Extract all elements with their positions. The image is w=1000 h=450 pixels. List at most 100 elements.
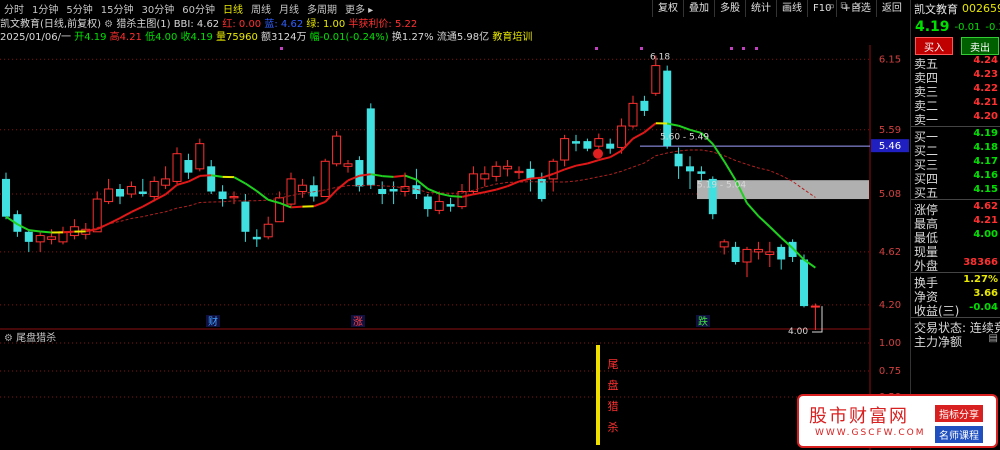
quote-tag[interactable]: 教育培训 <box>492 32 532 43</box>
period-tab[interactable]: 60分钟 <box>178 1 219 16</box>
candle-body <box>628 102 638 127</box>
toolbar-button[interactable]: 画线 <box>776 0 807 17</box>
price-tick-label: 5.08 <box>879 189 901 200</box>
ma-segment <box>164 184 178 196</box>
toolbar-button[interactable]: 统计 <box>745 0 776 17</box>
period-tab[interactable]: 分时 <box>0 1 28 16</box>
trade-state-row: 交易状态: 连续竞价 <box>911 319 1000 335</box>
quote-row: 卖二 4.21 <box>911 97 1000 113</box>
quote-row-value: 4.17 <box>973 156 998 167</box>
buy-button[interactable]: 买入 <box>915 37 953 55</box>
candle-body <box>24 231 33 242</box>
toolbar-button[interactable]: 返回 <box>875 0 907 17</box>
quote-row-value: 4.21 <box>973 97 998 108</box>
restore-icon[interactable]: ⧉ <box>840 1 847 12</box>
ma-segment <box>587 159 600 165</box>
watermark-url: WWW.GSCFW.COM <box>815 428 926 438</box>
minimize-icon[interactable]: ▭ <box>825 1 834 12</box>
ma-segment <box>473 191 485 196</box>
period-tab[interactable]: 更多 ▸ <box>341 1 377 16</box>
watermark-tag-course: 名师课程 <box>935 426 983 443</box>
quote-row: 买四 4.16 <box>911 170 1000 186</box>
period-tab[interactable]: 月线 <box>275 1 303 16</box>
quote-high: 高4.21 <box>109 32 142 43</box>
bid-book: 买一 4.19 买二 4.18 买三 4.17 买四 4.16 买五 4.15 <box>911 128 1000 200</box>
ask-book: 卖五 4.24 卖四 4.23 卖三 4.22 卖二 4.21 卖一 4.20 <box>911 55 1000 127</box>
ma-segment <box>40 230 52 234</box>
quote-row-label: 外盘 <box>914 259 939 273</box>
quote-row-value: 4.00 <box>973 229 998 240</box>
quote-row-label: 收益(三) <box>914 304 960 318</box>
candle-body <box>583 141 592 149</box>
gear-icon[interactable]: ⚙ <box>104 19 113 30</box>
quote-row-label: 卖二 <box>914 99 939 113</box>
ma-segment <box>108 217 121 225</box>
ma-segment <box>404 174 417 181</box>
candle-body <box>503 165 513 170</box>
ma-segment <box>746 202 760 217</box>
signal-dot <box>730 47 733 50</box>
period-tab[interactable]: 15分钟 <box>97 1 138 16</box>
signal-text: 杀 <box>608 420 619 434</box>
stock-name: 凯文教育 <box>914 2 958 16</box>
candle-body <box>252 236 261 240</box>
extra-rows: 换手 1.27% 净资 3.66 收益(三) -0.04 <box>911 274 1000 318</box>
period-tab[interactable]: 1分钟 <box>28 1 62 16</box>
quote-row-value: 4.20 <box>973 111 998 122</box>
range1-annotation: 5.60 - 5.49 <box>660 132 709 142</box>
signal-dot <box>755 47 758 50</box>
ma-segment <box>256 190 269 201</box>
range2-annotation: 5.19 - 5.04 <box>697 181 746 191</box>
gear-icon[interactable]: ⚙ <box>4 333 13 344</box>
ma-segment <box>119 211 132 219</box>
quote-panel: 凯文教育 002659 4.19 -0.01 -0.24% 买入 卖出 卖五 4.… <box>910 0 1000 450</box>
candle-body <box>765 251 775 255</box>
close-icon[interactable]: ✕ <box>854 1 862 12</box>
sell-button[interactable]: 卖出 <box>961 37 999 55</box>
quote-row-value: 3.66 <box>973 288 998 299</box>
list-icon[interactable]: ▤ <box>989 333 998 347</box>
quote-date: 2025/01/06/一 <box>0 32 72 43</box>
signal-dot <box>640 47 643 50</box>
period-tab[interactable]: 周线 <box>247 1 275 16</box>
toolbar-button[interactable]: 多股 <box>714 0 745 17</box>
indicator-name[interactable]: 猎杀主图(1) <box>116 19 170 30</box>
low-arrow <box>812 306 823 333</box>
ma-segment <box>28 229 41 233</box>
main-net-row[interactable]: 主力净额 ▤ <box>911 333 1000 349</box>
toolbar-button[interactable]: 叠加 <box>683 0 714 17</box>
candle-body <box>446 204 455 207</box>
period-tab[interactable]: 5分钟 <box>62 1 96 16</box>
period-tab[interactable]: 多周期 <box>303 1 341 16</box>
candle-body <box>218 191 227 200</box>
ma-segment <box>518 177 531 183</box>
quote-row-label: 买五 <box>914 186 939 200</box>
period-tab[interactable]: 30分钟 <box>137 1 178 16</box>
toolbar-button[interactable]: 复权 <box>652 0 683 17</box>
quote-row: 收益(三) -0.04 <box>911 302 1000 318</box>
quote-row: 换手 1.27% <box>911 274 1000 290</box>
ind-tick-label: 1.00 <box>879 338 901 349</box>
candle-body <box>491 165 501 177</box>
ma-segment <box>450 195 463 198</box>
quote-row-value: 4.24 <box>973 55 998 66</box>
indicator-panel-title: ⚙ 尾盘猎杀 <box>4 329 56 344</box>
ma-segment <box>130 205 144 213</box>
kline-chart[interactable]: 6.155.595.084.624.201.000.750.505.466.18… <box>0 45 910 450</box>
signal-dot <box>742 47 745 50</box>
window-controls: ▭ ⧉ ✕ <box>825 1 862 12</box>
period-tab[interactable]: 日线 <box>219 1 247 16</box>
quote-change: 幅-0.01(-0.24%) <box>309 32 389 43</box>
quote-row-label: 卖三 <box>914 85 939 99</box>
candle-body <box>719 241 729 248</box>
quote-row-label: 买四 <box>914 172 939 186</box>
candle-body <box>229 196 239 199</box>
toolbar: 复权 叠加 多股 统计 画线 F10 +自选 返回 <box>652 0 907 17</box>
candle-body <box>753 248 763 253</box>
quote-row: 买五 4.15 <box>911 184 1000 200</box>
quote-open: 开4.19 <box>74 32 107 43</box>
quote-row-value: 4.15 <box>973 184 998 195</box>
candle-body <box>161 178 171 186</box>
price-tick-label: 5.59 <box>879 125 901 136</box>
candle-body <box>389 188 398 192</box>
